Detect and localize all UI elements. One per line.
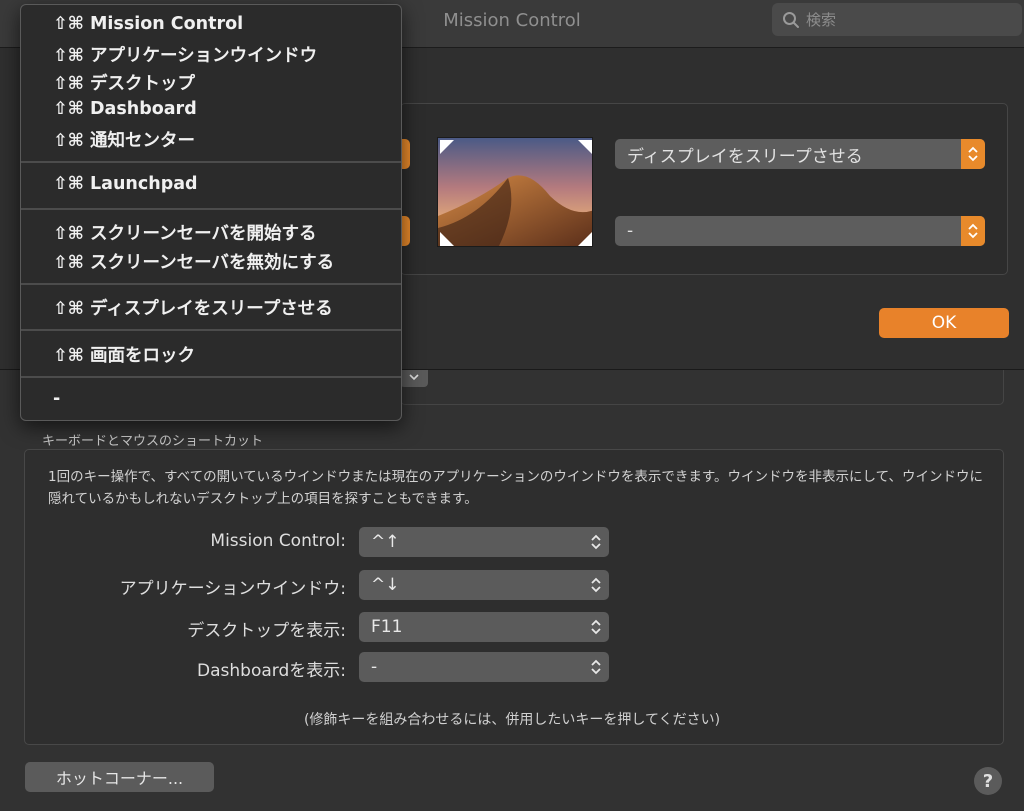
chevron-updown-icon <box>591 577 601 593</box>
show-desktop-label: デスクトップを表示: <box>187 621 346 641</box>
app-windows-label: アプリケーションウインドウ: <box>119 579 346 599</box>
shortcuts-description: 1回のキー操作で、すべての開いているウインドウまたは現在のアプリケーションのウイ… <box>48 469 983 507</box>
menu-item-lock-screen[interactable]: ⇧⌘ 画面をロック <box>53 342 195 367</box>
menu-item-disable-screensaver[interactable]: ⇧⌘ スクリーンセーバを無効にする <box>53 249 334 274</box>
desktop-preview-image <box>437 137 593 247</box>
ok-button[interactable]: OK <box>879 308 1009 338</box>
menu-item-notification-center[interactable]: ⇧⌘ 通知センター <box>53 127 195 152</box>
menu-separator <box>21 329 401 331</box>
show-dashboard-shortcut-value: - <box>371 657 378 677</box>
top-right-corner-popup[interactable]: ディスプレイをスリープさせる <box>615 139 985 169</box>
menu-item-start-screensaver[interactable]: ⇧⌘ スクリーンセーバを開始する <box>53 220 316 245</box>
mission-control-shortcut-popup[interactable]: ^↑ <box>359 527 609 557</box>
hot-corner-action-menu: ⇧⌘ Mission Control ⇧⌘ アプリケーションウインドウ ⇧⌘ デ… <box>20 4 402 421</box>
chevron-updown-icon <box>591 659 601 675</box>
show-desktop-shortcut-value: F11 <box>371 617 403 637</box>
top-right-corner-value: ディスプレイをスリープさせる <box>627 146 863 167</box>
menu-item-dashboard[interactable]: ⇧⌘ Dashboard <box>53 99 197 119</box>
popup-chevron-icon <box>961 139 985 169</box>
chevron-down-icon <box>409 374 419 381</box>
menu-separator <box>21 283 401 285</box>
menu-separator <box>21 376 401 378</box>
chevron-updown-icon <box>591 619 601 635</box>
app-windows-shortcut-value: ^↓ <box>371 575 400 595</box>
menu-item-launchpad[interactable]: ⇧⌘ Launchpad <box>53 174 198 194</box>
settings-group-box <box>400 370 1004 405</box>
popup-chevron-icon <box>961 216 985 246</box>
menu-item-sleep-display[interactable]: ⇧⌘ ディスプレイをスリープさせる <box>53 295 333 320</box>
modifier-hint: (修飾キーを組み合わせるには、併用したいキーを押してください) <box>303 712 721 728</box>
partial-popup[interactable] <box>400 370 428 387</box>
bottom-right-corner-popup[interactable]: - <box>615 216 985 246</box>
menu-item-mission-control[interactable]: ⇧⌘ Mission Control <box>53 14 243 34</box>
search-icon <box>783 11 799 28</box>
menu-separator <box>21 161 401 163</box>
search-placeholder: 検索 <box>806 11 837 29</box>
help-button[interactable]: ? <box>974 767 1002 795</box>
menu-separator <box>21 208 401 210</box>
hot-corners-button[interactable]: ホットコーナー... <box>25 762 214 792</box>
mission-control-label: Mission Control: <box>210 531 346 551</box>
menu-item-desktop[interactable]: ⇧⌘ デスクトップ <box>53 70 195 95</box>
show-desktop-shortcut-popup[interactable]: F11 <box>359 612 609 642</box>
menu-item-application-windows[interactable]: ⇧⌘ アプリケーションウインドウ <box>53 42 317 67</box>
chevron-updown-icon <box>591 534 601 550</box>
app-windows-shortcut-popup[interactable]: ^↓ <box>359 570 609 600</box>
menu-item-none[interactable]: - <box>53 389 60 409</box>
shortcuts-section-title: キーボードとマウスのショートカット <box>42 434 264 449</box>
bottom-right-corner-value: - <box>627 221 634 241</box>
search-field[interactable]: 検索 <box>772 3 1022 36</box>
show-dashboard-shortcut-popup[interactable]: - <box>359 652 609 682</box>
show-dashboard-label: Dashboardを表示: <box>197 661 346 681</box>
mission-control-shortcut-value: ^↑ <box>371 532 400 552</box>
